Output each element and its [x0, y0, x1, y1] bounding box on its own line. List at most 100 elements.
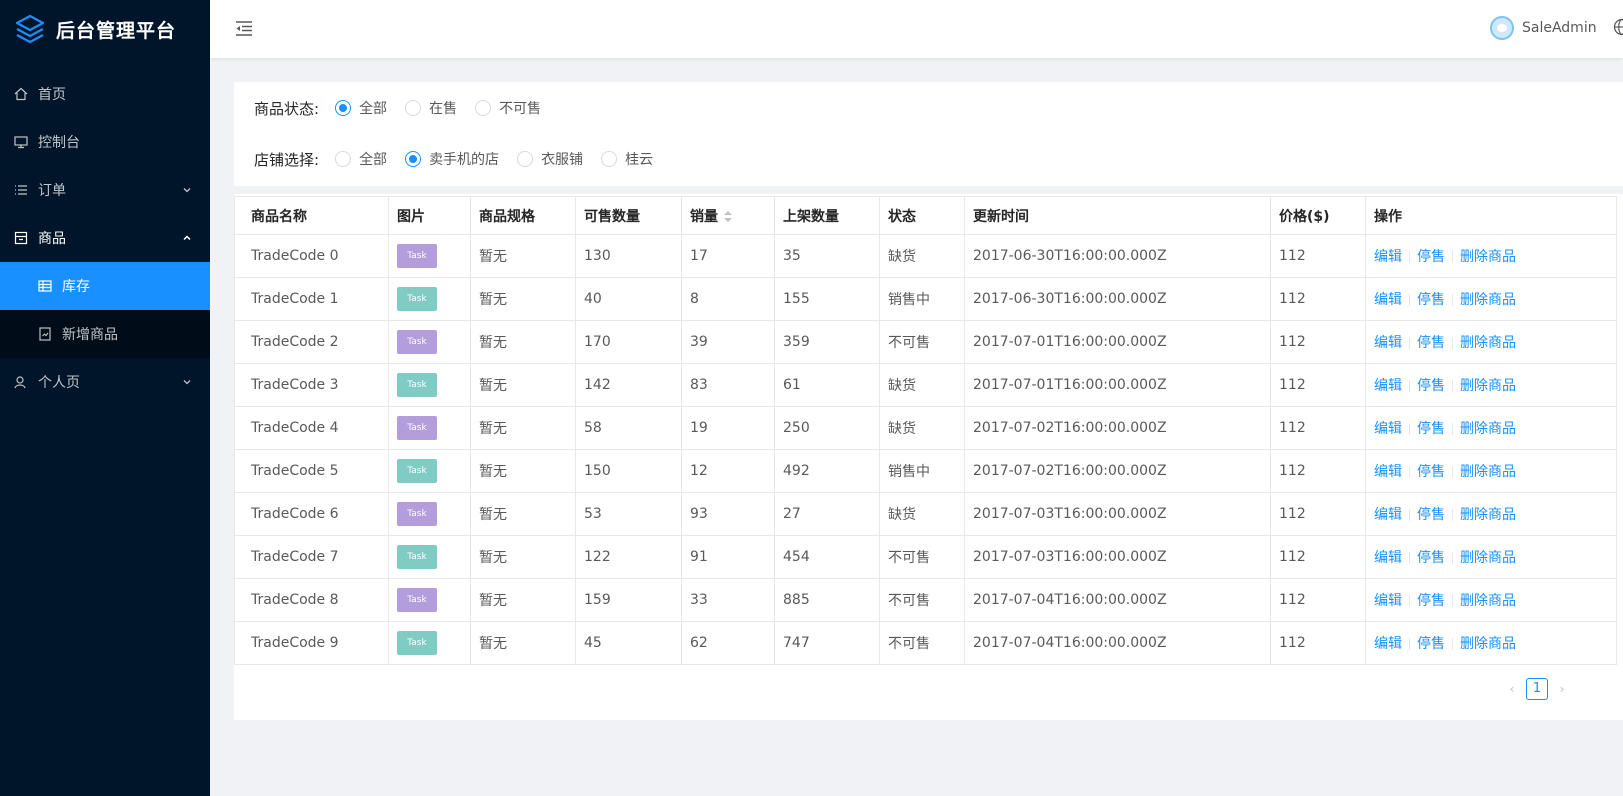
prev-page-button[interactable]: ‹ [1504, 681, 1520, 697]
menu-fold-icon[interactable] [234, 18, 254, 38]
sidebar-item-console[interactable]: 控制台 [0, 118, 210, 166]
shop-radio-all[interactable]: 全部 [335, 149, 387, 169]
stop-sale-link[interactable]: 停售 [1417, 421, 1445, 437]
cell-sales: 62 [681, 621, 775, 665]
cell-image: Task [388, 363, 471, 407]
cell-available: 142 [575, 363, 682, 407]
edit-link[interactable]: 编辑 [1374, 421, 1402, 437]
action-divider [1409, 466, 1410, 478]
edit-link[interactable]: 编辑 [1374, 292, 1402, 308]
cell-listed: 885 [774, 578, 880, 622]
cell-price: 112 [1270, 578, 1366, 622]
action-divider [1452, 552, 1453, 564]
cell-available: 159 [575, 578, 682, 622]
col-header-sales[interactable]: 销量 [681, 196, 775, 235]
cell-sales: 33 [681, 578, 775, 622]
delete-goods-link[interactable]: 删除商品 [1460, 249, 1516, 265]
stop-sale-link[interactable]: 停售 [1417, 335, 1445, 351]
cell-listed: 454 [774, 535, 880, 579]
cell-status: 缺货 [879, 492, 965, 536]
action-divider [1409, 251, 1410, 263]
user-menu[interactable]: SaleAdmin [1490, 14, 1597, 42]
radio-label: 不可售 [499, 101, 542, 117]
delete-goods-link[interactable]: 删除商品 [1460, 292, 1516, 308]
edit-link[interactable]: 编辑 [1374, 249, 1402, 265]
cell-available: 122 [575, 535, 682, 579]
shop-icon [14, 231, 28, 245]
action-divider [1409, 638, 1410, 650]
stop-sale-link[interactable]: 停售 [1417, 507, 1445, 523]
cell-spec: 暂无 [470, 492, 576, 536]
cell-updated: 2017-07-04T16:00:00.000Z [964, 621, 1271, 665]
edit-link[interactable]: 编辑 [1374, 335, 1402, 351]
cell-spec: 暂无 [470, 449, 576, 493]
delete-goods-link[interactable]: 删除商品 [1460, 550, 1516, 566]
sidebar-item-add-goods[interactable]: 新增商品 [0, 310, 210, 358]
edit-link[interactable]: 编辑 [1374, 593, 1402, 609]
table-icon [38, 280, 52, 292]
edit-link[interactable]: 编辑 [1374, 550, 1402, 566]
edit-link[interactable]: 编辑 [1374, 464, 1402, 480]
cell-image: Task [388, 492, 471, 536]
sidebar-item-profile[interactable]: 个人页 [0, 358, 210, 406]
action-divider [1452, 509, 1453, 521]
status-radio-all[interactable]: 全部 [335, 98, 387, 118]
sidebar-item-goods[interactable]: 商品 [0, 214, 210, 262]
delete-goods-link[interactable]: 删除商品 [1460, 464, 1516, 480]
cell-image: Task [388, 449, 471, 493]
delete-goods-link[interactable]: 删除商品 [1460, 378, 1516, 394]
table-row: TradeCode 8 Task 暂无 159 33 885 不可售 2017-07-04T1… [234, 578, 1617, 622]
shop-radio-phone-store[interactable]: 卖手机的店 [405, 149, 499, 169]
stop-sale-link[interactable]: 停售 [1417, 378, 1445, 394]
status-radio-on-sale[interactable]: 在售 [405, 98, 457, 118]
sidebar-item-orders[interactable]: 订单 [0, 166, 210, 214]
cell-sales: 39 [681, 320, 775, 364]
username: SaleAdmin [1522, 20, 1597, 36]
cell-updated: 2017-07-02T16:00:00.000Z [964, 406, 1271, 450]
page-number[interactable]: 1 [1526, 678, 1548, 700]
stop-sale-link[interactable]: 停售 [1417, 550, 1445, 566]
table-row: TradeCode 4 Task 暂无 58 19 250 缺货 2017-07-02T16:… [234, 406, 1617, 450]
action-divider [1409, 552, 1410, 564]
delete-goods-link[interactable]: 删除商品 [1460, 421, 1516, 437]
cell-actions: 编辑 停售 删除商品 [1365, 363, 1617, 407]
logo[interactable]: 后台管理平台 [0, 0, 210, 58]
sort-icon[interactable] [724, 210, 732, 223]
product-image: Task [397, 373, 437, 397]
stop-sale-link[interactable]: 停售 [1417, 593, 1445, 609]
radio-circle [335, 100, 352, 116]
shop-radio-guiyun[interactable]: 桂云 [601, 149, 653, 169]
cell-status: 不可售 [879, 535, 965, 579]
product-image: Task [397, 545, 437, 569]
radio-label: 卖手机的店 [429, 152, 500, 168]
cell-status: 不可售 [879, 621, 965, 665]
next-page-button[interactable]: › [1554, 681, 1570, 697]
sidebar-item-label: 控制台 [38, 135, 80, 151]
edit-link[interactable]: 编辑 [1374, 636, 1402, 652]
shop-radio-clothing-store[interactable]: 衣服铺 [517, 149, 583, 169]
delete-goods-link[interactable]: 删除商品 [1460, 636, 1516, 652]
edit-link[interactable]: 编辑 [1374, 378, 1402, 394]
delete-goods-link[interactable]: 删除商品 [1460, 507, 1516, 523]
action-divider [1409, 509, 1410, 521]
delete-goods-link[interactable]: 删除商品 [1460, 335, 1516, 351]
action-divider [1452, 423, 1453, 435]
product-image: Task [397, 287, 437, 311]
col-header-actions: 操作 [1365, 196, 1617, 235]
stop-sale-link[interactable]: 停售 [1417, 292, 1445, 308]
stop-sale-link[interactable]: 停售 [1417, 464, 1445, 480]
delete-goods-link[interactable]: 删除商品 [1460, 593, 1516, 609]
stop-sale-link[interactable]: 停售 [1417, 636, 1445, 652]
sidebar-item-home[interactable]: 首页 [0, 70, 210, 118]
edit-link[interactable]: 编辑 [1374, 507, 1402, 523]
sidebar-item-inventory[interactable]: 库存 [0, 262, 210, 310]
radio-label: 衣服铺 [541, 152, 584, 168]
stop-sale-link[interactable]: 停售 [1417, 249, 1445, 265]
sidebar-item-label: 新增商品 [62, 327, 118, 343]
cell-image: Task [388, 535, 471, 579]
cell-price: 112 [1270, 363, 1366, 407]
cell-listed: 747 [774, 621, 880, 665]
status-radio-not-for-sale[interactable]: 不可售 [475, 98, 541, 118]
globe-icon[interactable] [1613, 18, 1623, 36]
chevron-down-icon [183, 380, 191, 385]
